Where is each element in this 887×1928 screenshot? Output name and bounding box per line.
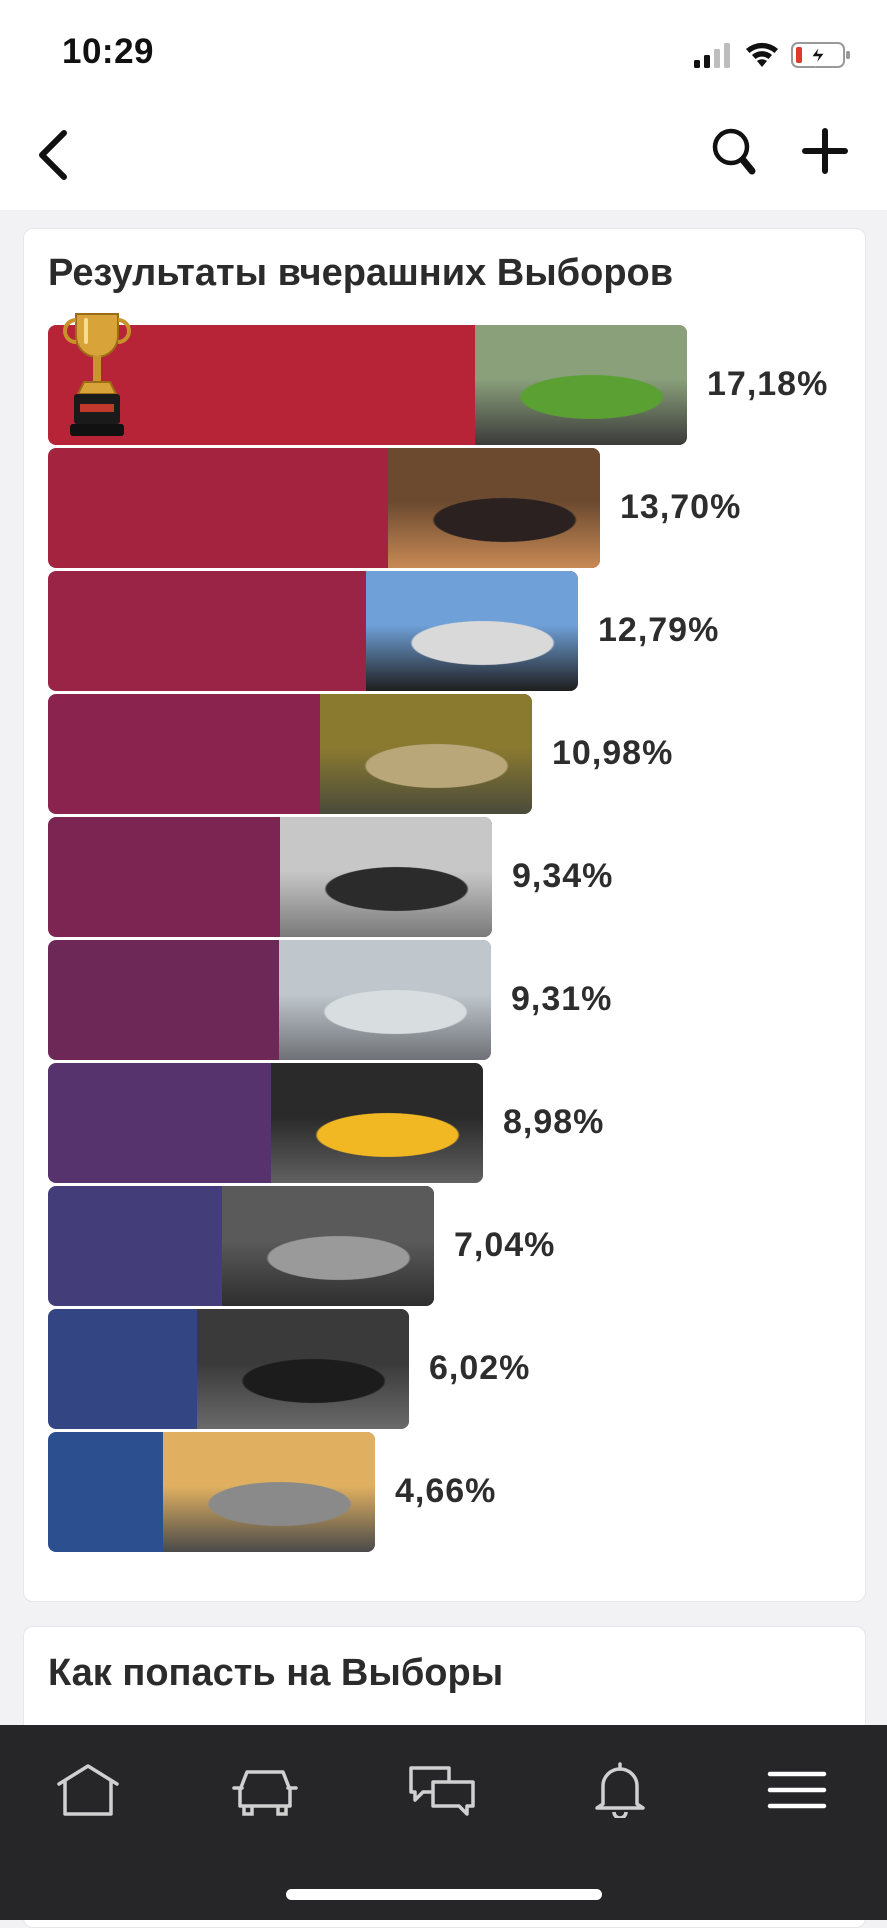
result-row[interactable]: 6,02% [48,1309,848,1429]
result-bar [48,1309,409,1429]
result-row[interactable]: 17,18% [48,325,848,445]
chat-icon [409,1766,475,1816]
result-bar [48,1186,434,1306]
wifi-icon [746,42,778,67]
chevron-left-icon [39,130,67,180]
result-percent: 8,98% [503,1103,605,1141]
tab-garage[interactable] [225,1755,305,1825]
result-row[interactable]: 8,98% [48,1063,848,1183]
result-bar [48,1063,483,1183]
result-bar [48,694,532,814]
result-bar [48,325,687,445]
search-button[interactable] [710,125,760,177]
bell-icon [595,1762,645,1818]
result-percent: 4,66% [395,1472,497,1510]
plus-icon [802,128,848,174]
tab-home[interactable] [48,1755,128,1825]
result-row[interactable]: 9,31% [48,940,848,1060]
results-title: Результаты вчерашних Выборов [48,252,674,294]
car-photo [197,1309,409,1429]
battery-low-charging-icon [791,42,850,68]
car-photo [475,325,687,445]
result-percent: 7,04% [454,1226,556,1264]
result-row[interactable]: 12,79% [48,571,848,691]
home-indicator [286,1889,602,1900]
result-bar [48,1432,375,1552]
car-photo [320,694,532,814]
result-percent: 17,18% [707,365,829,403]
trophy-icon [63,313,131,436]
result-percent: 10,98% [552,734,674,772]
car-photo [163,1432,375,1552]
result-bar [48,448,600,568]
result-row[interactable]: 13,70% [48,448,848,568]
car-photo [279,940,491,1060]
result-bar [48,817,492,937]
car-photo [366,571,578,691]
car-photo [388,448,600,568]
tab-menu[interactable] [757,1755,837,1825]
car-photo [280,817,492,937]
status-time: 10:29 [62,32,155,71]
result-row[interactable]: 7,04% [48,1186,848,1306]
add-button[interactable] [800,125,850,177]
car-photo [271,1063,483,1183]
result-percent: 9,34% [512,857,614,895]
search-icon [712,128,756,175]
result-bar [48,940,491,1060]
result-row[interactable]: 9,34% [48,817,848,937]
result-bar [48,571,578,691]
tab-notifications[interactable] [580,1755,660,1825]
tab-messages[interactable] [402,1755,482,1825]
how-to-title[interactable]: Как попасть на Выборы [48,1652,503,1695]
result-row[interactable]: 10,98% [48,694,848,814]
result-percent: 9,31% [511,980,613,1018]
car-icon [232,1770,298,1816]
result-percent: 6,02% [429,1349,531,1387]
back-button[interactable] [32,127,76,183]
status-icons [692,38,857,72]
car-photo [222,1186,434,1306]
result-row[interactable]: 4,66% [48,1432,848,1552]
result-percent: 13,70% [620,488,742,526]
signal-icon [694,43,730,68]
menu-icon [767,1771,827,1809]
result-percent: 12,79% [598,611,720,649]
home-icon [57,1764,119,1816]
